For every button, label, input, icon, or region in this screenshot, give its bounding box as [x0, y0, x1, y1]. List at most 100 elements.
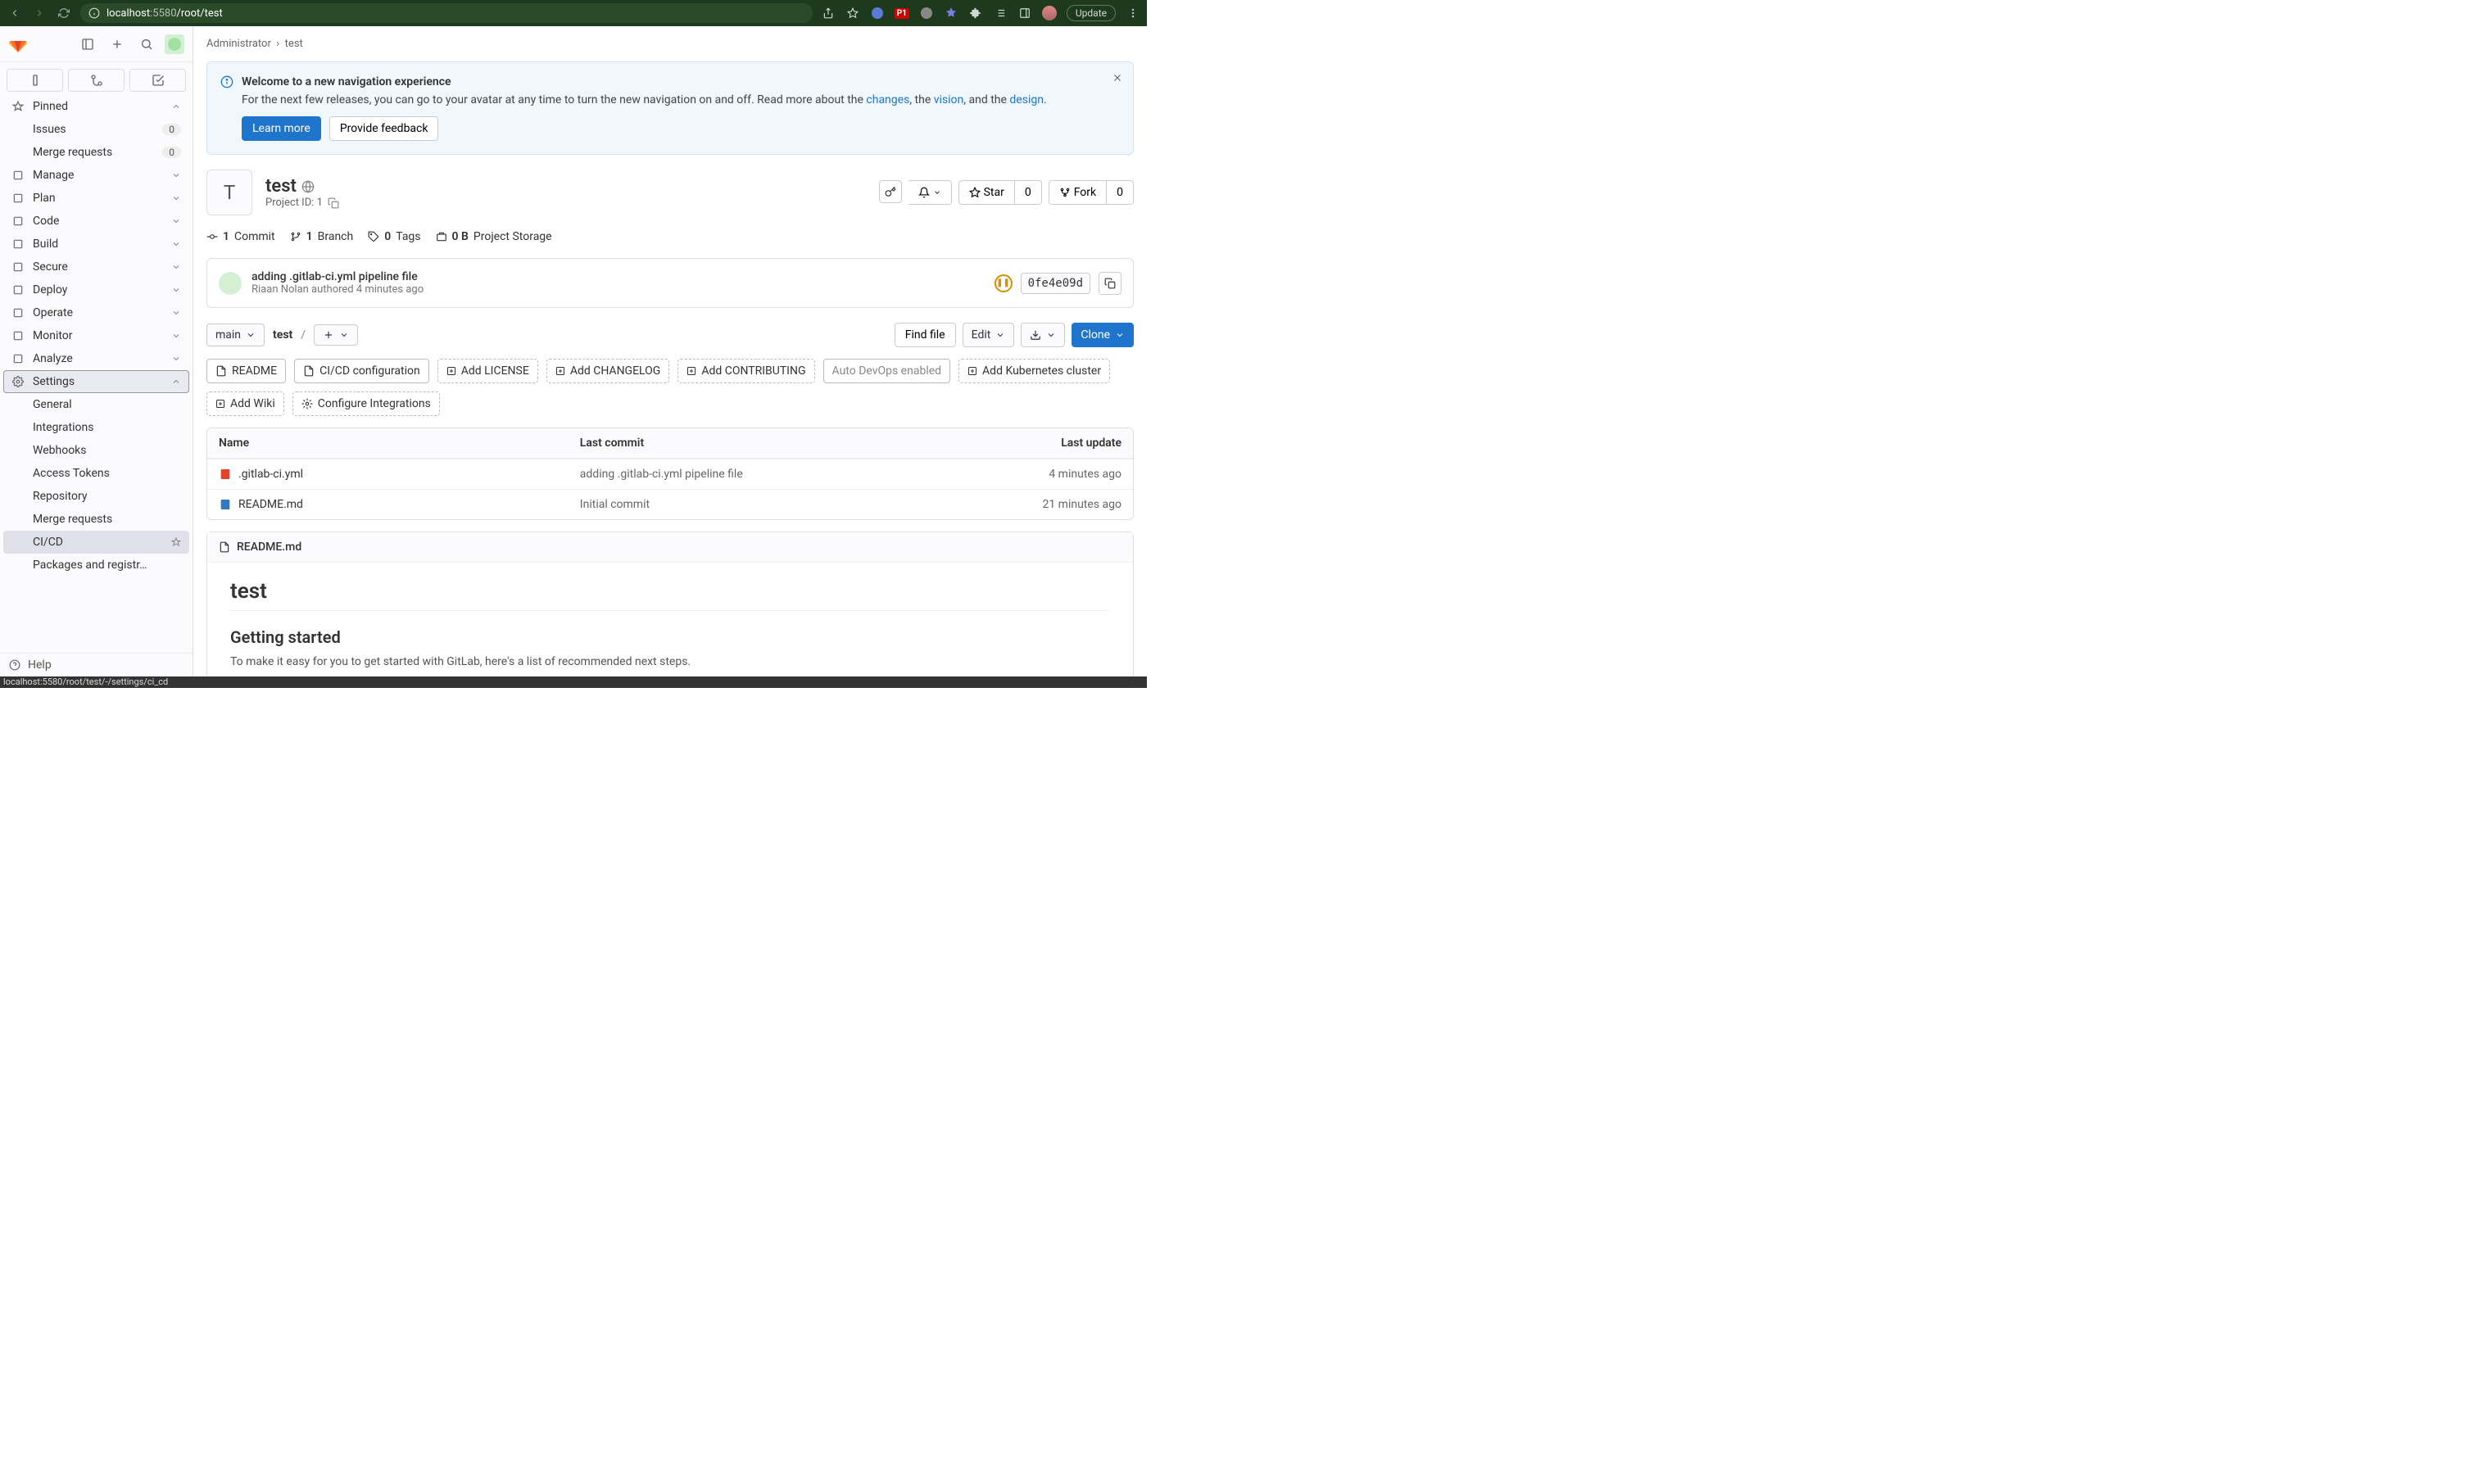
help-icon	[8, 658, 21, 672]
stat-tags[interactable]: 0Tags	[368, 230, 420, 243]
ext-icon-1[interactable]	[870, 6, 885, 20]
project-avatar-small[interactable]	[165, 34, 184, 54]
readme-filename[interactable]: README.md	[237, 541, 301, 554]
commit-sha[interactable]: 0fe4e09d	[1021, 273, 1090, 294]
sidebar-group-plan[interactable]: Plan	[3, 187, 189, 210]
sidebar-settings-packages-and-registr-[interactable]: Packages and registr…	[3, 554, 189, 577]
qa-wiki[interactable]: Add Wiki	[206, 391, 284, 416]
gitlab-logo[interactable]	[8, 34, 28, 54]
qa-readme[interactable]: README	[206, 359, 286, 383]
qa-changelog[interactable]: Add CHANGELOG	[546, 359, 670, 383]
sidebar-group-analyze[interactable]: Analyze	[3, 347, 189, 370]
menu-icon[interactable]	[1126, 6, 1140, 20]
sidebar-item-merge-requests[interactable]: Merge requests 0	[3, 141, 189, 164]
clone-button[interactable]: Clone	[1072, 323, 1134, 347]
reload-button[interactable]	[56, 5, 72, 21]
search-icon[interactable]	[135, 33, 158, 56]
qa-devops[interactable]: Auto DevOps enabled	[823, 359, 951, 383]
ssh-key-button[interactable]	[879, 180, 902, 203]
ext-icon-p1[interactable]: P1	[895, 6, 909, 20]
banner-link-changes[interactable]: changes	[866, 93, 909, 106]
mr-icon[interactable]	[68, 69, 125, 92]
sidebar-settings-access-tokens[interactable]: Access Tokens	[3, 462, 189, 485]
extensions-icon[interactable]	[968, 6, 983, 20]
plus-icon	[446, 366, 456, 376]
sidebar-settings-integrations[interactable]: Integrations	[3, 416, 189, 439]
sidebar-group-manage[interactable]: Manage	[3, 164, 189, 187]
ext-icon-2[interactable]	[919, 6, 934, 20]
sidebar-settings-ci-cd[interactable]: CI/CD	[3, 531, 189, 554]
sidebar-pinned[interactable]: Pinned	[3, 95, 189, 118]
sidebar-group-secure[interactable]: Secure	[3, 256, 189, 278]
star-button[interactable]: Star	[958, 180, 1015, 205]
find-file-button[interactable]: Find file	[895, 323, 956, 347]
stat-storage[interactable]: 0 BProject Storage	[436, 230, 552, 243]
qa-contributing[interactable]: Add CONTRIBUTING	[677, 359, 814, 383]
url-bar[interactable]: localhost:5580/root/test	[80, 3, 813, 23]
compare-icon[interactable]	[7, 69, 63, 92]
status-bar: localhost:5580/root/test/-/settings/ci_c…	[0, 676, 1147, 688]
file-name: README.md	[238, 498, 303, 511]
qa-license[interactable]: Add LICENSE	[437, 359, 538, 383]
bookmark-icon[interactable]	[845, 6, 860, 20]
chevron-down-icon	[171, 170, 181, 180]
stat-commits[interactable]: 1Commit	[206, 230, 275, 243]
close-icon[interactable]	[1112, 72, 1123, 84]
download-button[interactable]	[1021, 323, 1065, 347]
doc-icon	[219, 541, 230, 553]
copy-sha-button[interactable]	[1099, 272, 1121, 295]
update-button[interactable]: Update	[1067, 5, 1116, 21]
sidebar-help[interactable]: Help	[0, 653, 193, 676]
doc-icon	[215, 365, 227, 377]
panel-icon[interactable]	[1017, 6, 1032, 20]
forward-button[interactable]	[31, 5, 48, 21]
learn-more-button[interactable]: Learn more	[242, 116, 321, 141]
tabs-icon[interactable]	[993, 6, 1008, 20]
commit-title[interactable]: adding .gitlab-ci.yml pipeline file	[251, 270, 424, 283]
sidebar-group-monitor[interactable]: Monitor	[3, 324, 189, 347]
sidebar-settings[interactable]: Settings	[3, 370, 189, 393]
add-file-button[interactable]	[314, 324, 358, 346]
sidebar-group-operate[interactable]: Operate	[3, 301, 189, 324]
qa-cicd[interactable]: CI/CD configuration	[294, 359, 429, 383]
sidebar-group-label: Analyze	[33, 352, 73, 365]
sidebar-toggle-icon[interactable]	[76, 33, 99, 56]
sidebar-group-deploy[interactable]: Deploy	[3, 278, 189, 301]
table-row[interactable]: README.mdInitial commit21 minutes ago	[207, 489, 1133, 519]
stat-branches[interactable]: 1Branch	[290, 230, 354, 243]
banner-link-vision[interactable]: vision	[934, 93, 964, 106]
sidebar-settings-repository[interactable]: Repository	[3, 485, 189, 508]
breadcrumb-admin[interactable]: Administrator	[206, 38, 271, 50]
edit-button[interactable]: Edit	[963, 323, 1015, 347]
sidebar-group-code[interactable]: Code	[3, 210, 189, 233]
notifications-button[interactable]	[908, 180, 952, 205]
pipeline-pending-icon[interactable]: ❚❚	[995, 274, 1013, 292]
qa-k8s[interactable]: Add Kubernetes cluster	[958, 359, 1110, 383]
share-icon[interactable]	[821, 6, 836, 20]
sidebar-settings-webhooks[interactable]: Webhooks	[3, 439, 189, 462]
back-button[interactable]	[7, 5, 23, 21]
sidebar-group-build[interactable]: Build	[3, 233, 189, 256]
star-count[interactable]: 0	[1015, 180, 1042, 205]
ext-icon-3[interactable]	[944, 6, 958, 20]
sidebar-settings-general[interactable]: General	[3, 393, 189, 416]
chevron-up-icon	[171, 102, 181, 111]
project-id: Project ID: 1	[265, 197, 323, 209]
file-path[interactable]: test	[273, 328, 292, 342]
qa-integrations[interactable]: Configure Integrations	[292, 391, 440, 416]
branch-select[interactable]: main	[206, 323, 265, 346]
fork-button[interactable]: Fork	[1049, 180, 1107, 205]
add-icon[interactable]	[106, 33, 129, 56]
profile-avatar[interactable]	[1042, 6, 1057, 20]
pin-icon[interactable]	[171, 537, 181, 547]
banner-link-design[interactable]: design	[1009, 93, 1044, 106]
fork-count[interactable]: 0	[1107, 180, 1134, 205]
sidebar-settings-merge-requests[interactable]: Merge requests	[3, 508, 189, 531]
copy-icon[interactable]	[328, 197, 339, 209]
sidebar-item-issues[interactable]: Issues 0	[3, 118, 189, 141]
project-stats: 1Commit 1Branch 0Tags 0 BProject Storage	[206, 230, 1134, 243]
todo-icon[interactable]	[129, 69, 186, 92]
feedback-button[interactable]: Provide feedback	[329, 116, 439, 141]
file-icon	[219, 468, 232, 481]
table-row[interactable]: .gitlab-ci.ymladding .gitlab-ci.yml pipe…	[207, 459, 1133, 489]
